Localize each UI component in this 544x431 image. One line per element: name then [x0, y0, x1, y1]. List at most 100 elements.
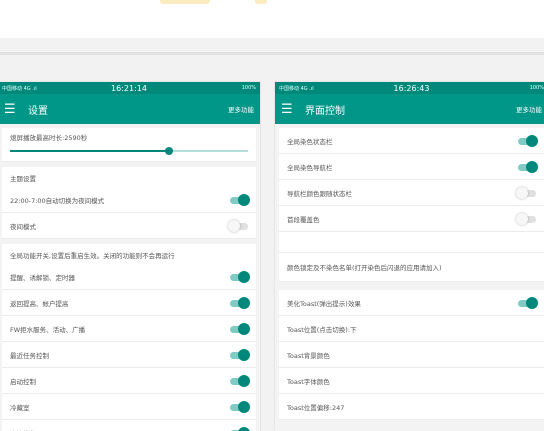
- toggle-switch[interactable]: [516, 135, 538, 147]
- toggle-switch[interactable]: [516, 297, 538, 309]
- toggle-switch[interactable]: [228, 271, 250, 283]
- theme-settings-card: 主题设置 22:00-7:00自动切换为夜间模式夜间模式: [2, 167, 256, 239]
- status-time: 16:26:43: [367, 84, 455, 93]
- toggle-switch[interactable]: [228, 375, 250, 387]
- toggle-knob: [526, 297, 538, 309]
- toast-option-row[interactable]: Toast位置偏移:247: [279, 394, 544, 420]
- toggle-switch[interactable]: [516, 187, 538, 199]
- status-bar: 中国移动 4G .ıl 16:26:43 100%: [275, 82, 544, 94]
- setting-label: 启动控制: [10, 376, 228, 386]
- toast-option-row[interactable]: Toast字体颜色: [279, 368, 544, 394]
- toast-option-label: Toast背景颜色: [287, 350, 538, 360]
- setting-label: 最近任务控制: [10, 350, 228, 360]
- carrier-signal: 中国移动 4G .ıl: [2, 85, 87, 92]
- slider-fill: [10, 150, 169, 152]
- toggle-switch[interactable]: [228, 349, 250, 361]
- toggle-switch[interactable]: [228, 401, 250, 413]
- setting-row[interactable]: 电池优化: [2, 420, 256, 431]
- toggle-knob: [238, 297, 250, 309]
- status-bar: 中国移动 4G .ıl 16:21:14 100%: [0, 82, 260, 94]
- hamburger-menu-icon[interactable]: ☰: [4, 102, 18, 117]
- slider-thumb[interactable]: [165, 147, 173, 155]
- status-time: 16:21:14: [87, 84, 172, 93]
- toggle-knob: [526, 135, 538, 147]
- setting-row[interactable]: 美化Toast(弹出提示)效果: [279, 290, 544, 316]
- setting-label: 美化Toast(弹出提示)效果: [287, 298, 516, 308]
- setting-row[interactable]: 全局染色导航栏: [279, 154, 544, 180]
- setting-row[interactable]: 返回提高、帐户提高: [2, 290, 256, 316]
- theme-toggle-list: 22:00-7:00自动切换为夜间模式夜间模式: [2, 187, 256, 239]
- setting-label: 电池优化: [10, 428, 228, 431]
- toggle-knob: [228, 220, 240, 232]
- setting-label: 夜间模式: [10, 221, 228, 231]
- toggle-switch[interactable]: [516, 213, 538, 225]
- section-title-global-switches: 全局功能开关,设置后重启生效。关闭的功能则不会再运行: [2, 244, 256, 264]
- duration-slider[interactable]: [10, 147, 248, 155]
- toggle-switch[interactable]: [228, 194, 250, 206]
- toggle-knob: [238, 349, 250, 361]
- top-background-band: [0, 0, 544, 38]
- toast-option-row[interactable]: Toast背景颜色: [279, 342, 544, 368]
- toast-option-label: Toast字体颜色: [287, 376, 538, 386]
- toggle-knob: [238, 271, 250, 283]
- hamburger-menu-icon[interactable]: ☰: [281, 102, 295, 117]
- faded-banner-mark: [255, 0, 267, 4]
- page-title: 界面控制: [305, 102, 516, 117]
- phone-screen-ui-control: 中国移动 4G .ıl 16:26:43 100% ☰ 界面控制 更多功能 全局…: [275, 82, 544, 431]
- setting-row[interactable]: 全局染色状态栏: [279, 128, 544, 154]
- toast-options-list: Toast位置(点击切换):下 Toast背景颜色 Toast字体颜色 Toast位置…: [279, 316, 544, 420]
- toggle-switch[interactable]: [228, 297, 250, 309]
- setting-row[interactable]: 首段覆盖色: [279, 206, 544, 232]
- screen-off-duration-setting: 熄屏播放最高时长:2590秒: [2, 128, 256, 162]
- setting-row[interactable]: 夜间模式: [2, 213, 256, 239]
- toast-option-row[interactable]: Toast位置(点击切换):下: [279, 316, 544, 342]
- setting-label: 首段覆盖色: [287, 214, 516, 224]
- tint-settings-card: 全局染色状态栏全局染色导航栏导航栏颜色跟随状态栏首段覆盖色 颜色锁定及不染色名单…: [279, 128, 544, 282]
- setting-label: 冷藏室: [10, 402, 228, 412]
- setting-row[interactable]: 导航栏颜色跟随状态栏: [279, 180, 544, 206]
- setting-label: 全局染色状态栏: [287, 136, 516, 146]
- toggle-switch[interactable]: [228, 220, 250, 232]
- tint-toggle-list: 全局染色状态栏全局染色导航栏导航栏颜色跟随状态栏首段覆盖色: [279, 128, 544, 232]
- setting-label: FW拒水服务、活动、广播: [10, 324, 228, 334]
- toggle-switch[interactable]: [516, 161, 538, 173]
- whitelist-label: 颜色锁定及不染色名单(打开染色后闪退的应用请加入): [287, 262, 538, 272]
- toggle-knob: [516, 187, 528, 199]
- setting-row[interactable]: 22:00-7:00自动切换为夜间模式: [2, 187, 256, 213]
- battery-level: 100%: [456, 85, 544, 91]
- toggle-knob: [238, 401, 250, 413]
- toast-option-label: Toast位置(点击切换):下: [287, 324, 538, 334]
- toggle-knob: [238, 323, 250, 335]
- faded-banner-mark: [160, 0, 210, 4]
- page-title: 设置: [28, 102, 228, 117]
- setting-label: 全局染色导航栏: [287, 162, 516, 172]
- app-bar: ☰ 界面控制 更多功能: [275, 94, 544, 124]
- toggle-knob: [238, 194, 250, 206]
- toast-toggle-list: 美化Toast(弹出提示)效果: [279, 290, 544, 316]
- setting-row[interactable]: 冷藏室: [2, 394, 256, 420]
- toggle-switch[interactable]: [228, 323, 250, 335]
- section-title-theme: 主题设置: [2, 167, 256, 187]
- global-toggle-list: 提醒、诱解锁、定时器返回提高、帐户提高 FW拒水服务、活动、广播最近任务控制启动控…: [2, 264, 256, 431]
- setting-label: 返回提高、帐户提高: [10, 298, 228, 308]
- app-bar: ☰ 设置 更多功能: [0, 94, 260, 124]
- slider-label: 熄屏播放最高时长:2590秒: [10, 132, 248, 142]
- setting-row[interactable]: 最近任务控制: [2, 342, 256, 368]
- setting-label: 提醒、诱解锁、定时器: [10, 272, 228, 282]
- global-switch-card: 全局功能开关,设置后重启生效。关闭的功能则不会再运行 提醒、诱解锁、定时器返回提…: [2, 244, 256, 431]
- toggle-knob: [526, 161, 538, 173]
- setting-row[interactable]: 启动控制: [2, 368, 256, 394]
- ui-control-content: 全局染色状态栏全局染色导航栏导航栏颜色跟随状态栏首段覆盖色 颜色锁定及不染色名单…: [275, 124, 544, 431]
- carrier-signal: 中国移动 4G .ıl: [279, 85, 367, 92]
- settings-content: 熄屏播放最高时长:2590秒 主题设置 22:00-7:00自动切换为夜间模式夜…: [0, 124, 260, 431]
- toast-settings-card: 美化Toast(弹出提示)效果 Toast位置(点击切换):下 Toast背景颜色…: [279, 290, 544, 420]
- blank-spacer: [279, 232, 544, 252]
- setting-row[interactable]: 提醒、诱解锁、定时器: [2, 264, 256, 290]
- more-functions-button[interactable]: 更多功能: [228, 104, 254, 114]
- toggle-knob: [238, 375, 250, 387]
- setting-row[interactable]: FW拒水服务、活动、广播: [2, 316, 256, 342]
- more-functions-button[interactable]: 更多功能: [516, 104, 542, 114]
- whitelist-setting[interactable]: 颜色锁定及不染色名单(打开染色后闪退的应用请加入): [279, 252, 544, 282]
- toast-option-label: Toast位置偏移:247: [287, 402, 538, 412]
- battery-level: 100%: [171, 85, 256, 91]
